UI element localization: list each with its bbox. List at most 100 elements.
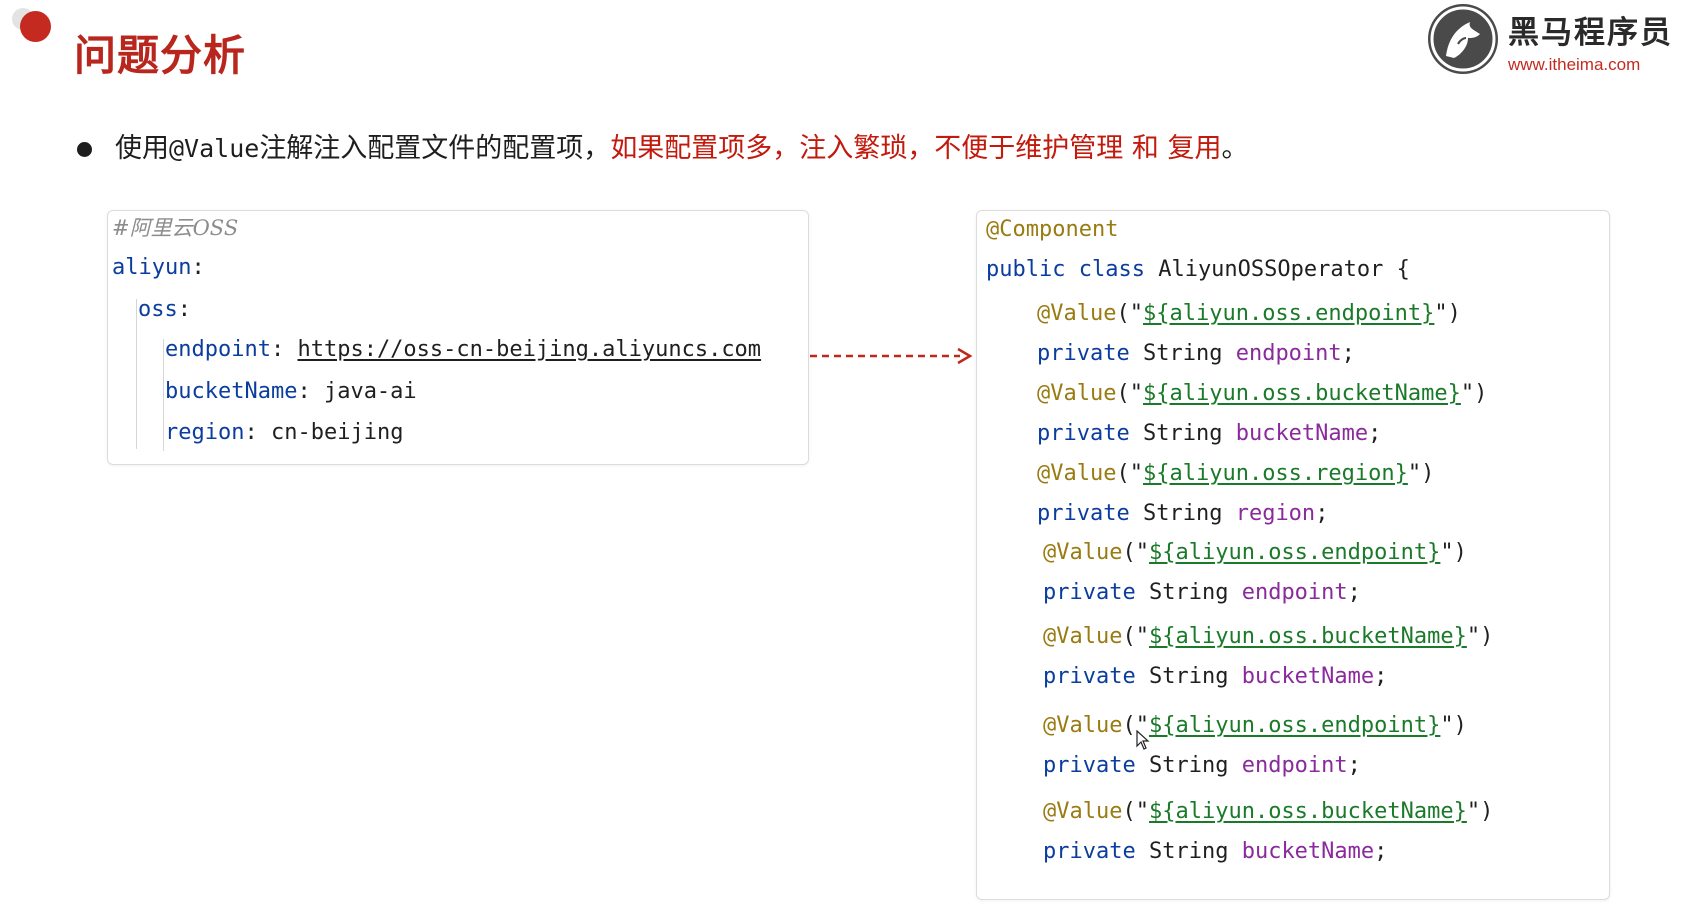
yaml-line-oss: oss: [138, 297, 191, 322]
bullet-text-middle: 注解注入配置文件的配置项， [259, 133, 611, 164]
java-type: String [1148, 580, 1229, 605]
yaml-key: oss [138, 297, 178, 322]
java-field-line: private String bucketName; [1043, 837, 1387, 867]
java-type: String [1142, 341, 1223, 366]
yaml-comment-line: #阿里云OSS [112, 213, 238, 244]
java-paren-close: ") [1460, 381, 1488, 406]
java-value-annotation: @Value [1037, 381, 1117, 406]
java-value-annotation: @Value [1037, 301, 1117, 326]
java-open-brace: { [1396, 257, 1410, 282]
java-placeholder-expression: ${aliyun.oss.bucketName} [1142, 381, 1461, 406]
yaml-line-endpoint: endpoint: https://oss-cn-beijing.aliyunc… [165, 337, 762, 362]
java-paren-close: ") [1440, 540, 1467, 565]
java-placeholder-expression: ${aliyun.oss.endpoint} [1148, 540, 1441, 565]
java-code-panel: @Component public class AliyunOSSOperato… [976, 210, 1610, 900]
java-modifier: private [1043, 839, 1136, 864]
yaml-endpoint-value: https://oss-cn-beijing.aliyuncs.com [297, 337, 762, 362]
indent-guide [136, 299, 137, 449]
brand-logo: 黑马程序员 www.itheima.com [1428, 4, 1688, 82]
java-paren-open: (" [1122, 624, 1149, 649]
java-field-name: endpoint [1235, 341, 1342, 366]
java-value-annotation: @Value [1037, 461, 1117, 486]
java-class-line: public class AliyunOSSOperator { [986, 255, 1410, 285]
dashed-arrow-icon [810, 347, 973, 365]
bullet-text-highlight: 如果配置项多，注入繁琐，不便于维护管理 和 复用 [610, 133, 1222, 164]
java-value-annotation: @Value [1043, 799, 1123, 824]
java-type: String [1148, 753, 1229, 778]
java-modifier: private [1043, 580, 1136, 605]
java-value-annotation: @Value [1043, 540, 1123, 565]
java-placeholder-expression: ${aliyun.oss.bucketName} [1148, 799, 1467, 824]
bullet-text-before: 使用 [115, 133, 169, 164]
java-paren-close: ") [1440, 713, 1467, 738]
java-modifier: private [1043, 753, 1136, 778]
java-class-keyword: public class [986, 257, 1145, 282]
java-modifier: private [1037, 341, 1130, 366]
java-paren-open: (" [1122, 799, 1149, 824]
java-type: String [1142, 501, 1223, 526]
java-paren-close: ") [1466, 799, 1494, 824]
java-semicolon: ; [1368, 421, 1382, 446]
yaml-region-value: cn-beijing [270, 420, 404, 445]
yaml-bucket-value: java-ai [323, 379, 417, 404]
java-field-line: private String bucketName; [1037, 419, 1381, 449]
java-class-name: AliyunOSSOperator [1158, 257, 1384, 282]
java-value-annotation-line: @Value("${aliyun.oss.bucketName}") [1037, 379, 1487, 409]
yaml-line-root: aliyun: [112, 255, 205, 280]
java-paren-close: ") [1466, 624, 1494, 649]
java-placeholder-expression: ${aliyun.oss.endpoint} [1142, 301, 1435, 326]
yaml-key: region [165, 420, 245, 445]
java-semicolon: ; [1374, 664, 1388, 689]
bullet-icon [77, 142, 92, 157]
java-paren-close: ") [1407, 461, 1435, 486]
java-value-annotation-line: @Value("${aliyun.oss.endpoint}") [1037, 299, 1461, 329]
java-annotation-line: @Component [986, 215, 1118, 245]
java-paren-close: ") [1434, 301, 1461, 326]
java-semicolon: ; [1341, 341, 1355, 366]
page-title: 问题分析 [74, 31, 247, 80]
yaml-comment: #阿里云OSS [112, 216, 239, 240]
java-paren-open: (" [1122, 540, 1149, 565]
java-paren-open: (" [1116, 381, 1143, 406]
java-field-name: bucketName [1241, 839, 1375, 864]
java-modifier: private [1043, 664, 1136, 689]
mouse-cursor-icon [1136, 730, 1150, 750]
horse-logo-icon [1428, 4, 1498, 74]
java-class-annotation: @Component [986, 217, 1119, 242]
java-value-annotation-line: @Value("${aliyun.oss.region}") [1037, 459, 1434, 489]
java-type: String [1142, 421, 1223, 446]
java-type: String [1148, 839, 1229, 864]
java-placeholder-expression: ${aliyun.oss.region} [1142, 461, 1408, 486]
java-field-line: private String endpoint; [1037, 339, 1355, 369]
java-field-line: private String region; [1037, 499, 1328, 529]
java-semicolon: ; [1347, 753, 1361, 778]
decorative-dot-red [20, 11, 51, 42]
bullet-text: 使用@Value注解注入配置文件的配置项，如果配置项多，注入繁琐，不便于维护管理… [115, 131, 1248, 167]
java-paren-open: (" [1116, 461, 1143, 486]
java-field-name: region [1235, 501, 1316, 526]
java-value-annotation-line: @Value("${aliyun.oss.bucketName}") [1043, 797, 1493, 827]
yaml-key: aliyun [112, 255, 192, 280]
java-field-line: private String endpoint; [1043, 578, 1361, 608]
java-modifier: private [1037, 501, 1130, 526]
java-placeholder-expression: ${aliyun.oss.endpoint} [1148, 713, 1441, 738]
java-modifier: private [1037, 421, 1130, 446]
java-semicolon: ; [1347, 580, 1361, 605]
yaml-line-bucket: bucketName: java-ai [165, 379, 417, 404]
yaml-key: endpoint [165, 337, 271, 362]
yaml-line-region: region: cn-beijing [165, 420, 404, 445]
yaml-key: bucketName [165, 379, 298, 404]
brand-name: 黑马程序员 [1508, 15, 1673, 51]
java-value-annotation-line: @Value("${aliyun.oss.bucketName}") [1043, 622, 1493, 652]
java-field-line: private String endpoint; [1043, 751, 1361, 781]
java-semicolon: ; [1374, 839, 1388, 864]
bullet-text-end: 。 [1221, 133, 1249, 164]
indent-guide [163, 339, 164, 451]
yaml-code-panel: #阿里云OSS aliyun: oss: endpoint: https://o… [107, 210, 809, 465]
java-field-name: bucketName [1235, 421, 1369, 446]
java-value-annotation: @Value [1043, 624, 1123, 649]
java-value-annotation: @Value [1043, 713, 1123, 738]
java-field-line: private String bucketName; [1043, 662, 1387, 692]
java-semicolon: ; [1315, 501, 1329, 526]
java-paren-open: (" [1116, 301, 1143, 326]
